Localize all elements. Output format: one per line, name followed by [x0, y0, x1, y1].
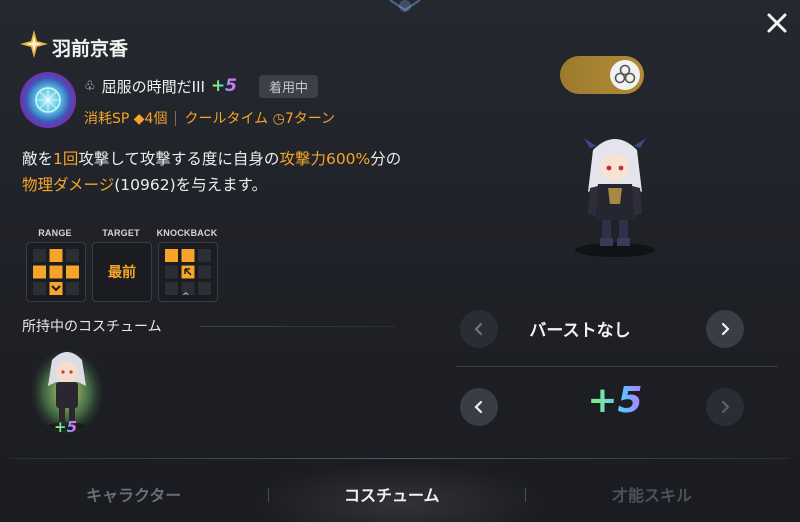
desc-text: 分の	[370, 150, 402, 168]
sp-cost: 消耗SP ◆4個	[84, 111, 168, 127]
desc-text: (10962)を与えます。	[114, 176, 268, 194]
skill-name: 屈服の時間だIII	[101, 77, 205, 96]
skill-upgrade-level: +5	[210, 76, 238, 96]
tab-separator	[525, 488, 526, 502]
range-grid	[26, 242, 86, 302]
right-panel-divider	[456, 366, 778, 367]
chevron-left-icon	[474, 400, 483, 414]
character-name: 羽前京香	[52, 38, 129, 60]
costume-divider	[200, 326, 396, 327]
target-value: 最前	[108, 265, 136, 281]
skill-description: 敵を1回攻撃して攻撃する度に自身の攻撃力600%分の物理ダメージ(10962)を…	[22, 146, 402, 198]
star-icon	[20, 30, 48, 58]
knockback-caret-icon: ^	[182, 292, 190, 302]
owned-costumes-heading: 所持中のコスチューム	[22, 319, 162, 335]
desc-hit-count: 1回	[53, 150, 79, 168]
top-glow-decoration	[360, 0, 450, 20]
burst-next-button[interactable]	[706, 310, 744, 348]
tab-costume[interactable]: コスチューム	[344, 482, 440, 506]
target-label: TARGET	[102, 228, 140, 238]
upgrade-next-button[interactable]	[706, 388, 744, 426]
flower-icon	[614, 64, 636, 84]
character-detail-screen: 羽前京香 ♧ 屈服の時間だIII +5 着用中 消耗SP ◆4個 クールタイム …	[0, 0, 800, 522]
tab-talent-skill[interactable]: 才能スキル	[612, 482, 692, 506]
chevron-right-icon	[721, 400, 730, 414]
meta-separator	[175, 110, 177, 126]
skill-meta: 消耗SP ◆4個 クールタイム ◷7ターン	[84, 108, 335, 128]
clover-icon: ♧	[84, 78, 96, 94]
range-label: RANGE	[38, 228, 72, 238]
equipped-badge: 着用中	[259, 74, 319, 98]
desc-percent: 600%	[325, 150, 371, 168]
burst-label: バーストなし	[529, 321, 631, 341]
chevron-right-icon	[721, 322, 730, 336]
target-box: 最前	[92, 242, 152, 302]
upgrade-prev-button[interactable]	[460, 388, 498, 426]
toggle-knob	[610, 60, 640, 90]
knockback-label: KNOCKBACK	[156, 228, 218, 238]
display-toggle[interactable]	[560, 56, 644, 94]
costume-thumbnail[interactable]: +5	[26, 342, 108, 438]
desc-damage-type: 物理ダメージ	[22, 176, 115, 194]
upgrade-level-display: +5	[560, 380, 670, 421]
skill-title-row: ♧ 屈服の時間だIII +5 着用中	[84, 74, 319, 98]
tab-character[interactable]: キャラクター	[86, 482, 181, 506]
desc-text: 攻撃して攻撃する度に自身の	[78, 150, 280, 168]
costume-upgrade-level: +5	[54, 418, 78, 436]
close-button[interactable]	[762, 8, 792, 38]
tab-separator	[268, 488, 269, 502]
cooldown: クールタイム ◷7ターン	[184, 111, 336, 127]
tabs-divider	[10, 458, 790, 459]
skill-emblem-icon[interactable]	[20, 72, 76, 128]
desc-text: 敵を	[22, 150, 54, 168]
close-icon	[767, 13, 787, 33]
desc-stat: 攻撃力	[279, 150, 326, 168]
character-model	[560, 130, 670, 260]
